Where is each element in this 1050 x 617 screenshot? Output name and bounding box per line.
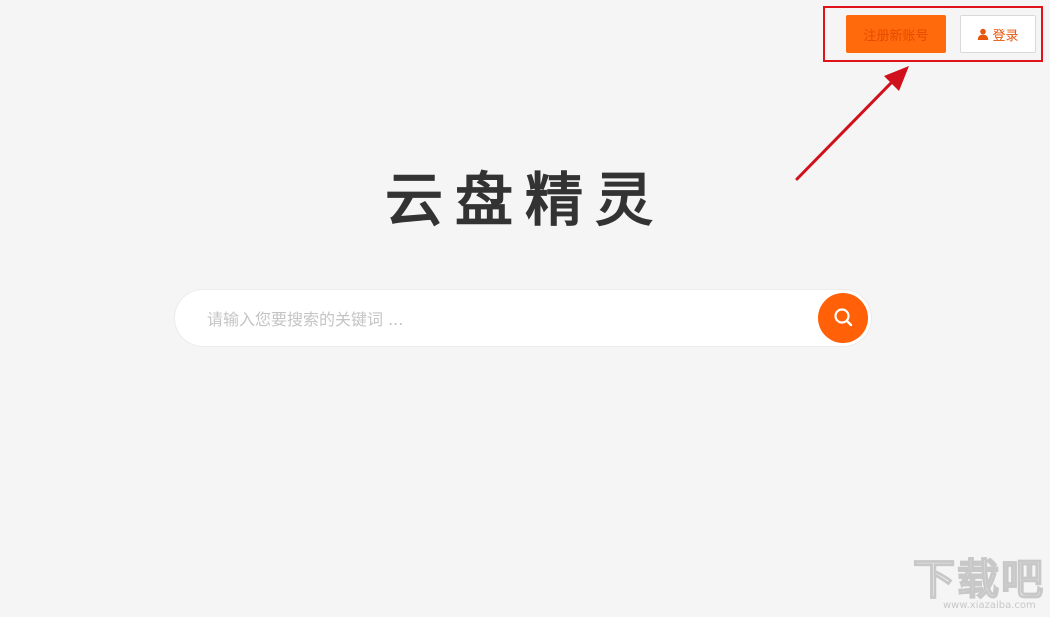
watermark-text: 下载吧 [912,555,1046,605]
site-logo: 云盘精灵 [384,166,665,234]
search-input[interactable] [205,290,809,348]
watermark-url: www.xiazaiba.com [943,600,1036,611]
watermark: 下载吧 www.xiazaiba.com [912,555,1047,612]
annotation-highlight-box [823,6,1043,62]
search-icon [832,306,854,331]
search-button[interactable] [818,293,868,343]
search-bar [174,289,872,348]
